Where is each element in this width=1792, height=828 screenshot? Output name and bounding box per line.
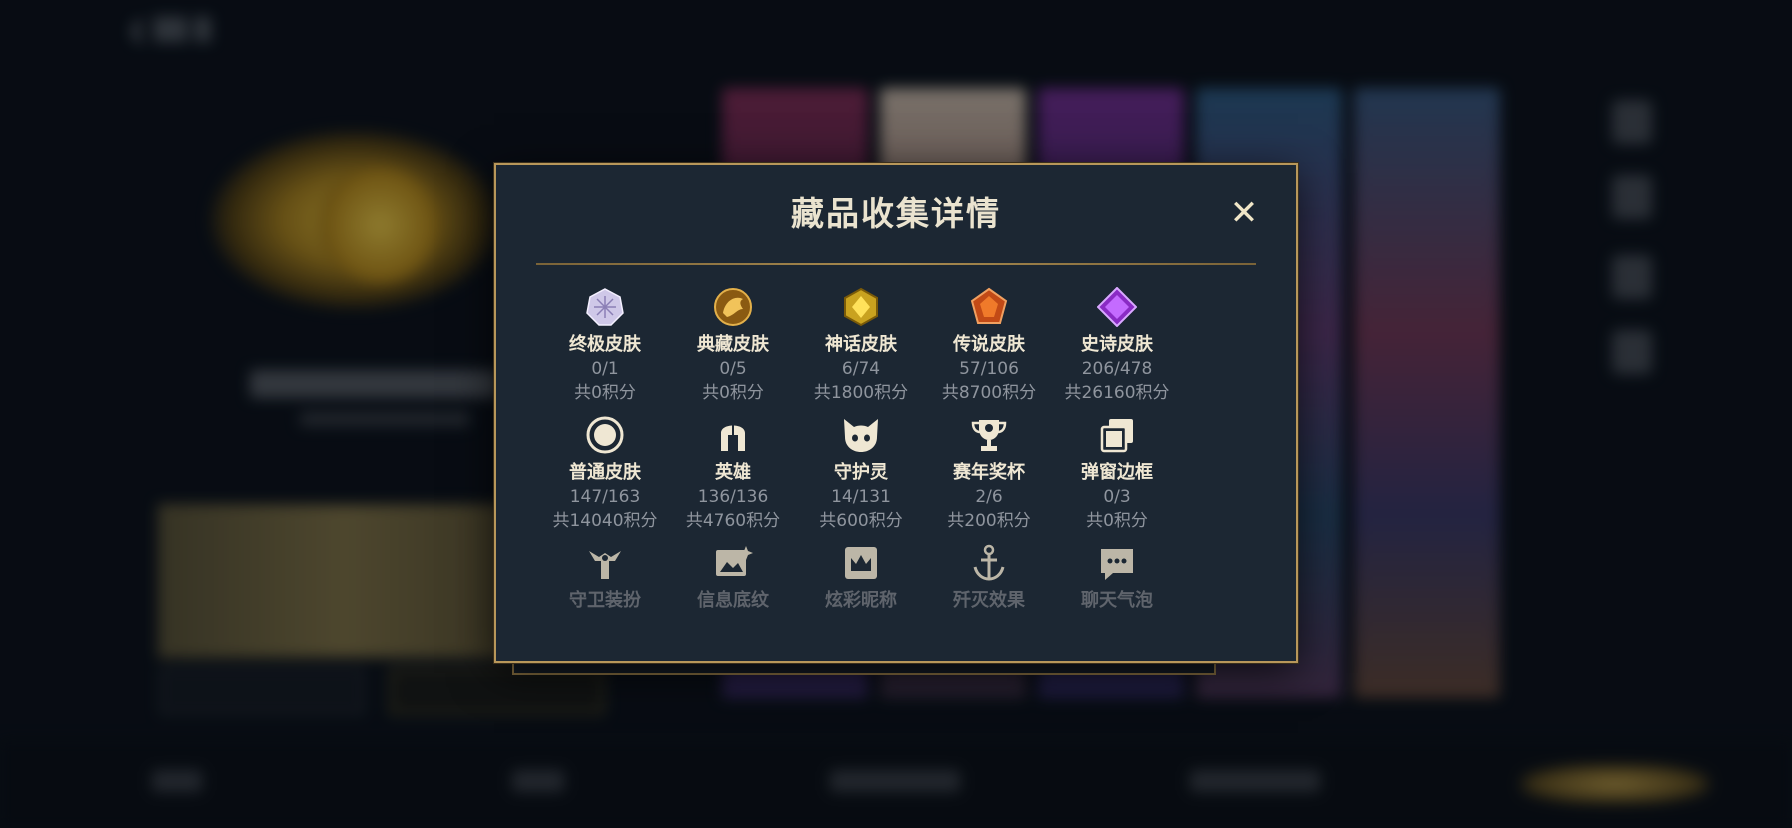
normal-skin-icon bbox=[586, 416, 624, 454]
modal-title: 藏品收集详情 bbox=[791, 194, 1001, 233]
item-name: 赛年奖杯 bbox=[953, 462, 1025, 483]
collection-item-info-texture[interactable]: 信息底纹 bbox=[669, 543, 797, 613]
collection-item-season-trophy[interactable]: 赛年奖杯 2/6 共200积分 bbox=[925, 415, 1053, 533]
item-count: 2/6 bbox=[975, 487, 1003, 507]
item-count: 14/131 bbox=[831, 487, 891, 507]
hero-helmet-icon bbox=[721, 423, 745, 451]
collection-skin-icon bbox=[714, 288, 752, 326]
item-points: 共14040积分 bbox=[552, 511, 658, 531]
item-points: 共600积分 bbox=[819, 511, 903, 531]
elimination-effect-icon bbox=[973, 544, 1005, 581]
item-name: 炫彩昵称 bbox=[825, 590, 897, 611]
item-name: 英雄 bbox=[715, 462, 751, 483]
popup-frame-icon bbox=[1100, 419, 1133, 453]
epic-skin-icon bbox=[1097, 287, 1137, 327]
collection-item-guardian-spirit[interactable]: 守护灵 14/131 共600积分 bbox=[797, 415, 925, 533]
collection-item-legendary-skin[interactable]: 传说皮肤 57/106 共8700积分 bbox=[925, 287, 1053, 405]
item-name: 守卫装扮 bbox=[569, 590, 641, 611]
item-points: 共1800积分 bbox=[813, 383, 909, 403]
title-divider bbox=[536, 263, 1256, 265]
item-count: 0/1 bbox=[591, 359, 619, 379]
item-points: 共8700积分 bbox=[941, 383, 1037, 403]
item-points: 共200积分 bbox=[947, 511, 1031, 531]
item-name: 传说皮肤 bbox=[953, 334, 1025, 355]
ultimate-skin-icon bbox=[586, 288, 624, 326]
collection-item-normal-skin[interactable]: 普通皮肤 147/163 共14040积分 bbox=[541, 415, 669, 533]
item-count: 206/478 bbox=[1081, 359, 1153, 379]
item-name: 守护灵 bbox=[834, 462, 888, 483]
collection-item-hero[interactable]: 英雄 136/136 共4760积分 bbox=[669, 415, 797, 533]
colorful-nickname-icon bbox=[845, 547, 877, 579]
item-points: 共0积分 bbox=[1086, 511, 1148, 531]
item-count: 0/3 bbox=[1103, 487, 1131, 507]
close-button[interactable]: ✕ bbox=[1228, 196, 1260, 230]
collection-item-popup-frame[interactable]: 弹窗边框 0/3 共0积分 bbox=[1053, 415, 1181, 533]
collection-item-chat-bubble[interactable]: 聊天气泡 bbox=[1053, 543, 1181, 613]
item-name: 神话皮肤 bbox=[825, 334, 897, 355]
item-points: 共0积分 bbox=[574, 383, 636, 403]
item-name: 史诗皮肤 bbox=[1081, 334, 1153, 355]
guardian-spirit-icon bbox=[844, 419, 878, 452]
collection-item-epic-skin[interactable]: 史诗皮肤 206/478 共26160积分 bbox=[1053, 287, 1181, 405]
item-name: 聊天气泡 bbox=[1081, 590, 1153, 611]
item-count: 147/163 bbox=[569, 487, 641, 507]
item-name: 终极皮肤 bbox=[569, 334, 641, 355]
collection-item-mythic-skin[interactable]: 神话皮肤 6/74 共1800积分 bbox=[797, 287, 925, 405]
collection-item-ward-skin[interactable]: 守卫装扮 bbox=[541, 543, 669, 613]
collection-details-modal: 藏品收集详情 ✕ 终极皮肤 0/1 共0积分 典藏皮肤 0/5 共0积分 神话皮… bbox=[494, 163, 1298, 663]
modal-bottom-edge bbox=[512, 661, 1216, 675]
item-name: 典藏皮肤 bbox=[697, 334, 769, 355]
item-name: 信息底纹 bbox=[697, 590, 769, 611]
item-count: 0/5 bbox=[719, 359, 747, 379]
trophy-icon bbox=[971, 420, 1007, 451]
collection-item-elimination-effect[interactable]: 歼灭效果 bbox=[925, 543, 1053, 613]
item-name: 普通皮肤 bbox=[569, 462, 641, 483]
item-count: 6/74 bbox=[841, 359, 881, 379]
item-name: 歼灭效果 bbox=[953, 590, 1025, 611]
item-count: 136/136 bbox=[697, 487, 769, 507]
mythic-skin-icon bbox=[844, 287, 878, 327]
chat-bubble-icon bbox=[1101, 549, 1133, 580]
item-name: 弹窗边框 bbox=[1081, 462, 1153, 483]
legendary-skin-icon bbox=[970, 287, 1008, 324]
collection-item-ultimate-skin[interactable]: 终极皮肤 0/1 共0积分 bbox=[541, 287, 669, 405]
collection-item-collection-skin[interactable]: 典藏皮肤 0/5 共0积分 bbox=[669, 287, 797, 405]
item-points: 共26160积分 bbox=[1064, 383, 1170, 403]
item-points: 共4760积分 bbox=[685, 511, 781, 531]
item-points: 共0积分 bbox=[702, 383, 764, 403]
info-texture-icon bbox=[716, 546, 753, 576]
ward-skin-icon bbox=[589, 551, 621, 579]
collection-item-colorful-nickname[interactable]: 炫彩昵称 bbox=[797, 543, 925, 613]
item-count: 57/106 bbox=[959, 359, 1019, 379]
